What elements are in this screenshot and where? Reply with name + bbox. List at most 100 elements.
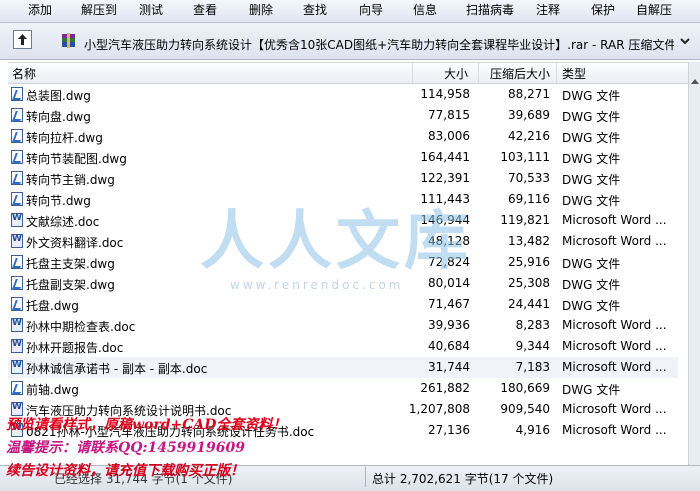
file-row[interactable]: 转向节主销.dwg 122,391 70,533 DWG 文件 bbox=[8, 168, 678, 189]
column-packed-size[interactable]: 压缩后大小 bbox=[490, 65, 550, 82]
dwg-file-icon bbox=[11, 297, 23, 311]
rar-archive-icon bbox=[62, 33, 75, 48]
promo-line-2: 温馨提示：请联系QQ:1459919609 bbox=[6, 440, 245, 456]
word-file-icon bbox=[11, 318, 23, 332]
comment-button[interactable]: 注释 bbox=[536, 0, 560, 22]
file-size: 1,207,808 bbox=[408, 402, 470, 416]
dwg-file-icon bbox=[11, 171, 23, 185]
info-button[interactable]: 信息 bbox=[413, 0, 437, 22]
file-type: DWG 文件 bbox=[562, 299, 621, 313]
file-row-selected[interactable]: 孙林诚信承诺书 - 副本 - 副本.doc 31,744 7,183 Micro… bbox=[8, 357, 678, 378]
file-name: 托盘.dwg bbox=[26, 299, 79, 313]
file-row[interactable]: 转向节装配图.dwg 164,441 103,111 DWG 文件 bbox=[8, 147, 678, 168]
file-size: 39,936 bbox=[428, 318, 470, 332]
file-size: 27,136 bbox=[428, 423, 470, 437]
file-size: 122,391 bbox=[420, 171, 470, 185]
file-name: 孙林开题报告.doc bbox=[26, 341, 124, 355]
column-name[interactable]: 名称 bbox=[12, 65, 36, 82]
file-row[interactable]: 转向盘.dwg 77,815 39,689 DWG 文件 bbox=[8, 105, 678, 126]
watermark-text: 人人文库 bbox=[200, 204, 472, 279]
file-type: DWG 文件 bbox=[562, 278, 621, 292]
file-size: 77,815 bbox=[428, 108, 470, 122]
word-file-icon bbox=[11, 360, 23, 374]
file-type: Microsoft Word ... bbox=[562, 213, 667, 227]
file-name: 总装图.dwg bbox=[26, 89, 91, 103]
file-row[interactable]: 转向拉杆.dwg 83,006 42,216 DWG 文件 bbox=[8, 126, 678, 147]
test-button[interactable]: 测试 bbox=[139, 0, 163, 22]
file-type: Microsoft Word ... bbox=[562, 339, 667, 353]
scroll-up-arrow-icon[interactable] bbox=[690, 76, 700, 88]
file-row[interactable]: 前轴.dwg 261,882 180,669 DWG 文件 bbox=[8, 378, 678, 399]
delete-button[interactable]: 删除 bbox=[249, 0, 273, 22]
chevron-down-icon[interactable] bbox=[678, 34, 692, 48]
file-name: 文献综述.doc bbox=[26, 215, 100, 229]
file-packed-size: 4,916 bbox=[515, 423, 550, 437]
file-name: 孙林诚信承诺书 - 副本 - 副本.doc bbox=[26, 362, 208, 376]
file-packed-size: 88,271 bbox=[508, 87, 550, 101]
toolbar: 添加 解压到 测试 查看 删除 查找 向导 信息 扫描病毒 注释 保护 自解压 bbox=[0, 0, 700, 23]
file-type: Microsoft Word ... bbox=[562, 360, 667, 374]
file-row[interactable]: 总装图.dwg 114,958 88,271 DWG 文件 bbox=[8, 84, 678, 105]
promo-line-1: 预览请看样式，原稿word+CAD全套资料！ bbox=[6, 417, 287, 433]
file-name: 外文资料翻译.doc bbox=[26, 236, 124, 250]
column-header: 名称 大小 压缩后大小 类型 bbox=[8, 62, 688, 84]
file-size: 164,441 bbox=[420, 150, 470, 164]
watermark: 人人文库 www.renrendoc.com bbox=[200, 190, 500, 300]
protect-button[interactable]: 保护 bbox=[591, 0, 615, 22]
file-packed-size: 39,689 bbox=[508, 108, 550, 122]
dwg-file-icon bbox=[11, 192, 23, 206]
column-type[interactable]: 类型 bbox=[562, 65, 586, 82]
file-size: 31,744 bbox=[428, 360, 470, 374]
file-type: DWG 文件 bbox=[562, 152, 621, 166]
file-size: 40,684 bbox=[428, 339, 470, 353]
file-packed-size: 7,183 bbox=[515, 360, 550, 374]
up-folder-button[interactable] bbox=[13, 30, 32, 49]
file-type: DWG 文件 bbox=[562, 110, 621, 124]
dwg-file-icon bbox=[11, 108, 23, 122]
file-size: 114,958 bbox=[420, 87, 470, 101]
file-name: 前轴.dwg bbox=[26, 383, 79, 397]
file-packed-size: 180,669 bbox=[500, 381, 550, 395]
file-type: Microsoft Word ... bbox=[562, 234, 667, 248]
extract-to-button[interactable]: 解压到 bbox=[81, 0, 117, 22]
file-name: 转向盘.dwg bbox=[26, 110, 91, 124]
file-packed-size: 103,111 bbox=[500, 150, 550, 164]
dwg-file-icon bbox=[11, 381, 23, 395]
file-type: DWG 文件 bbox=[562, 131, 621, 145]
file-name: 托盘副支架.dwg bbox=[26, 278, 115, 292]
file-type: DWG 文件 bbox=[562, 257, 621, 271]
file-packed-size: 9,344 bbox=[515, 339, 550, 353]
dwg-file-icon bbox=[11, 276, 23, 290]
file-row[interactable]: 孙林开题报告.doc 40,684 9,344 Microsoft Word .… bbox=[8, 336, 678, 357]
up-arrow-icon bbox=[18, 34, 27, 45]
file-name: 转向节主销.dwg bbox=[26, 173, 115, 187]
file-type: DWG 文件 bbox=[562, 383, 621, 397]
find-button[interactable]: 查找 bbox=[303, 0, 327, 22]
sfx-button[interactable]: 自解压 bbox=[636, 0, 672, 22]
file-size: 83,006 bbox=[428, 129, 470, 143]
file-name: 转向拉杆.dwg bbox=[26, 131, 103, 145]
watermark-url: www.renrendoc.com bbox=[230, 278, 404, 292]
column-size[interactable]: 大小 bbox=[444, 65, 468, 82]
view-button[interactable]: 查看 bbox=[193, 0, 217, 22]
file-type: DWG 文件 bbox=[562, 173, 621, 187]
dwg-file-icon bbox=[11, 129, 23, 143]
promo-line-3: 续告设计资料，请充值下载购买正版！ bbox=[6, 463, 244, 479]
file-type: Microsoft Word ... bbox=[562, 318, 667, 332]
vertical-scrollbar[interactable] bbox=[688, 62, 700, 465]
add-button[interactable]: 添加 bbox=[28, 0, 52, 22]
dwg-file-icon bbox=[11, 87, 23, 101]
status-total: 总计 2,702,621 字节(17 个文件) bbox=[372, 472, 554, 486]
word-file-icon bbox=[11, 213, 23, 227]
wizard-button[interactable]: 向导 bbox=[359, 0, 383, 22]
file-name: 托盘主支架.dwg bbox=[26, 257, 115, 271]
archive-path[interactable]: 小型汽车液压助力转向系统设计【优秀含10张CAD图纸+汽车助力转向全套课程毕业设… bbox=[84, 36, 674, 53]
file-packed-size: 8,283 bbox=[515, 318, 550, 332]
word-file-icon bbox=[11, 339, 23, 353]
file-type: DWG 文件 bbox=[562, 194, 621, 208]
file-type: Microsoft Word ... bbox=[562, 423, 667, 437]
file-row[interactable]: 孙林中期检查表.doc 39,936 8,283 Microsoft Word … bbox=[8, 315, 678, 336]
file-name: 孙林中期检查表.doc bbox=[26, 320, 136, 334]
virus-scan-button[interactable]: 扫描病毒 bbox=[466, 0, 514, 22]
dwg-file-icon bbox=[11, 150, 23, 164]
